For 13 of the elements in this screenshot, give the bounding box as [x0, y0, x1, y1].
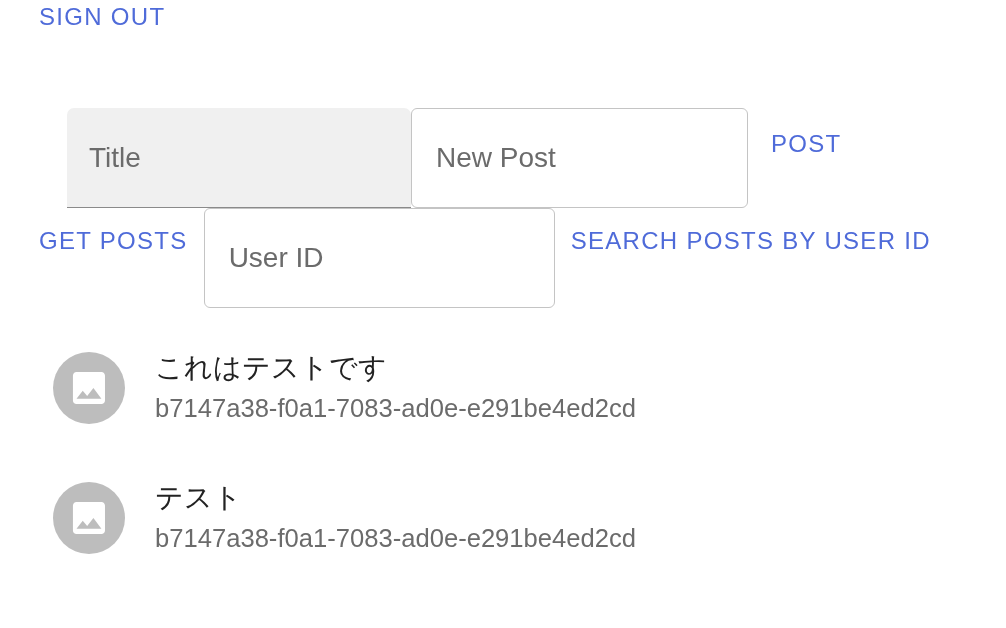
post-title: テスト: [155, 481, 243, 515]
post-button[interactable]: POST: [759, 127, 854, 161]
user-id-field[interactable]: User ID: [203, 208, 555, 308]
image-icon: [53, 352, 125, 424]
get-posts-button[interactable]: GET POSTS: [27, 224, 200, 258]
title-field[interactable]: Title: [67, 108, 411, 208]
post-title: これはテストです: [155, 351, 388, 385]
post-user-id: b7147a38-f0a1-7083-ad0e-e291be4ed2cd: [155, 393, 637, 424]
image-icon: [53, 482, 125, 554]
sign-out-button[interactable]: SIGN OUT: [27, 0, 178, 34]
search-posts-button[interactable]: SEARCH POSTS BY USER ID: [558, 224, 943, 258]
new-post-field[interactable]: New Post: [411, 108, 748, 208]
post-user-id: b7147a38-f0a1-7083-ad0e-e291be4ed2cd: [155, 523, 637, 554]
